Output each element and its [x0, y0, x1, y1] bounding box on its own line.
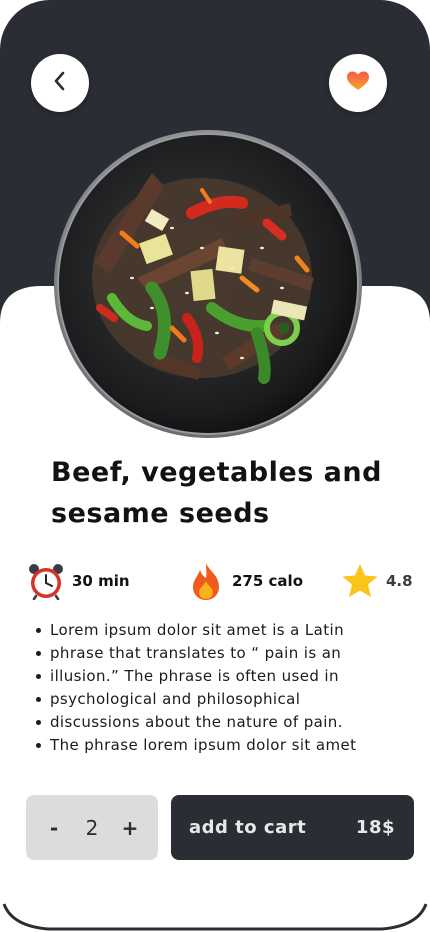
quantity-stepper: - 2 +	[26, 795, 158, 860]
product-title: Beef, vegetables and sesame seeds	[51, 452, 411, 534]
description-line: psychological and philosophical	[34, 688, 414, 711]
dish-image	[52, 128, 364, 440]
fire-icon	[186, 561, 226, 601]
increase-quantity-button[interactable]: +	[120, 816, 140, 840]
description-line: phrase that translates to “ pain is an	[34, 642, 414, 665]
description-line: The phrase lorem ipsum dolor sit amet	[34, 734, 414, 757]
product-title-line-1: Beef, vegetables and	[51, 457, 382, 488]
rating-value: 4.8	[386, 572, 413, 590]
chevron-left-icon	[51, 70, 69, 96]
star-icon	[340, 561, 380, 601]
add-to-cart-label: add to cart	[189, 817, 307, 838]
favorite-button[interactable]	[329, 54, 387, 112]
alarm-clock-icon	[26, 561, 66, 601]
product-detail-screen: Beef, vegetables and sesame seeds 30 min	[0, 0, 430, 932]
heart-icon	[346, 70, 370, 96]
rating-stat: 4.8	[340, 559, 413, 603]
product-description: Lorem ipsum dolor sit amet is a Latin ph…	[34, 619, 414, 757]
calories-value: 275 calo	[232, 572, 303, 590]
product-stats: 30 min 275 calo 4.8	[0, 559, 430, 603]
description-line: Lorem ipsum dolor sit amet is a Latin	[34, 619, 414, 642]
quantity-value[interactable]: 2	[86, 816, 99, 840]
product-title-line-2: sesame seeds	[51, 498, 270, 529]
prep-time-stat: 30 min	[26, 559, 130, 603]
prep-time-value: 30 min	[72, 572, 130, 590]
add-to-cart-button[interactable]: add to cart 18$	[171, 795, 414, 860]
price-label: 18$	[355, 817, 395, 838]
back-button[interactable]	[31, 54, 89, 112]
description-line: illusion.” The phrase is often used in	[34, 665, 414, 688]
calories-stat: 275 calo	[186, 559, 303, 603]
description-line: discussions about the nature of pain.	[34, 711, 414, 734]
decrease-quantity-button[interactable]: -	[44, 816, 64, 840]
bottom-frame-curve	[2, 903, 428, 931]
